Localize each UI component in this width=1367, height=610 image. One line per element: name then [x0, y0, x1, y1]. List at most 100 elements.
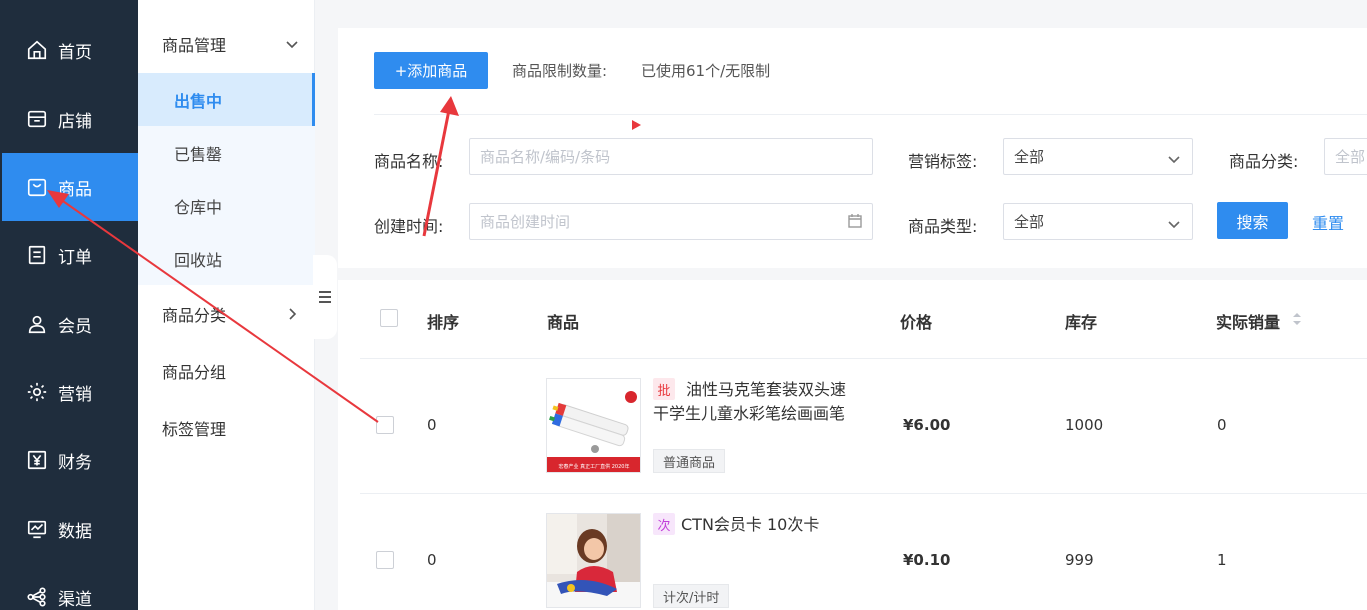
- product-type-select[interactable]: 全部: [1003, 203, 1193, 240]
- home-icon: [24, 37, 50, 63]
- product-thumbnail[interactable]: [546, 513, 641, 608]
- child-drawing-image: [547, 514, 640, 607]
- nav-item-label: 商品: [58, 179, 92, 200]
- thumbnail-caption: 宏春产业 真正工厂直供 2020年: [559, 463, 630, 470]
- product-name-line[interactable]: 油性马克笔套装双头速: [686, 377, 846, 402]
- bag-icon: [24, 174, 50, 200]
- product-mark-badge: 批: [653, 378, 675, 400]
- subnav-item-label: 仓库中: [174, 197, 223, 217]
- row-divider: [360, 493, 1367, 494]
- share-icon: [24, 584, 50, 610]
- row-sort-value: 0: [427, 551, 437, 569]
- subnav-item-grouping[interactable]: 商品分组: [138, 346, 315, 396]
- product-name-label: 商品名称:: [374, 152, 444, 171]
- chevron-down-icon: [1168, 151, 1180, 164]
- column-header-stock: 库存: [1065, 313, 1098, 332]
- calendar-icon: [847, 213, 863, 229]
- product-limit-value: 已使用61个/无限制: [641, 62, 771, 80]
- row-stock: 1000: [1065, 416, 1104, 434]
- nav-item-label: 渠道: [58, 589, 92, 610]
- divider: [374, 114, 1367, 115]
- subnav-item-on-sale[interactable]: 出售中: [138, 73, 315, 126]
- product-type-label: 商品类型:: [908, 217, 978, 236]
- nav-item-store[interactable]: 店铺: [2, 85, 138, 153]
- sidebar-collapse-toggle[interactable]: [313, 255, 337, 339]
- menu-collapse-icon: [319, 291, 331, 303]
- nav-item-label: 营销: [58, 384, 92, 405]
- sort-icon[interactable]: [1292, 312, 1302, 326]
- chevron-right-icon: [285, 306, 299, 320]
- user-icon: [24, 311, 50, 337]
- nav-item-label: 订单: [58, 247, 92, 268]
- nav-item-label: 数据: [58, 521, 92, 542]
- row-price: ¥6.00: [903, 416, 951, 434]
- row-checkbox[interactable]: [376, 551, 394, 569]
- store-icon: [24, 106, 50, 132]
- marketing-tag-select[interactable]: 全部: [1003, 138, 1193, 175]
- row-stock: 999: [1065, 551, 1094, 569]
- nav-item-channels[interactable]: 渠道: [2, 563, 138, 610]
- product-mark-badge: 次: [653, 513, 675, 535]
- created-time-label: 创建时间:: [374, 217, 444, 236]
- filter-card: +添加商品 商品限制数量: 已使用61个/无限制 商品名称: 营销标签: 全部 …: [338, 28, 1367, 268]
- add-product-button[interactable]: +添加商品: [374, 52, 488, 89]
- created-time-picker[interactable]: [469, 203, 873, 240]
- nav-item-orders[interactable]: 订单: [2, 221, 138, 289]
- header-divider: [360, 358, 1367, 359]
- order-icon: [24, 242, 50, 268]
- reset-link[interactable]: 重置: [1312, 210, 1344, 234]
- product-type-badge: 普通商品: [653, 449, 726, 473]
- row-checkbox[interactable]: [376, 416, 394, 434]
- nav-item-label: 首页: [58, 42, 92, 63]
- nav-item-finance[interactable]: 财务: [2, 426, 138, 494]
- category-label: 商品分类:: [1229, 152, 1299, 171]
- subnav-group-label: 商品管理: [162, 36, 227, 55]
- main-sidebar: 首页 店铺 商品 订单 会员 营销 财务 数据 渠道: [0, 0, 138, 610]
- product-name-line[interactable]: CTN会员卡 10次卡: [681, 512, 819, 537]
- yen-icon: [24, 447, 50, 473]
- subnav-item-tags[interactable]: 标签管理: [138, 403, 315, 453]
- goods-subnav: 商品管理 出售中 已售罄 仓库中 回收站 商品分类 商品分组 标签管理: [138, 0, 315, 610]
- category-value: 全部: [1335, 148, 1366, 166]
- nav-item-members[interactable]: 会员: [2, 290, 138, 358]
- created-time-input[interactable]: [469, 203, 873, 240]
- chevron-down-icon: [1168, 216, 1180, 229]
- subnav-group-label: 商品分组: [162, 363, 227, 382]
- product-thumbnail[interactable]: 宏春产业 真正工厂直供 2020年: [546, 378, 641, 473]
- product-type-badge: 计次/计时: [653, 584, 730, 608]
- nav-item-marketing[interactable]: 营销: [2, 358, 138, 426]
- subnav-item-sold-out[interactable]: 已售罄: [138, 126, 315, 179]
- column-header-price: 价格: [900, 313, 933, 332]
- subnav-item-label: 出售中: [174, 91, 223, 111]
- subnav-item-label: 回收站: [174, 250, 223, 270]
- subnav-item-warehouse[interactable]: 仓库中: [138, 179, 315, 232]
- row-sales: 1: [1217, 551, 1227, 569]
- subnav-group-category[interactable]: 商品分类: [138, 289, 315, 339]
- marketing-tag-value: 全部: [1014, 148, 1045, 166]
- subnav-item-recycle-bin[interactable]: 回收站: [138, 232, 315, 285]
- category-select[interactable]: 全部: [1324, 138, 1367, 175]
- nav-item-home[interactable]: 首页: [2, 16, 138, 84]
- select-all-checkbox[interactable]: [380, 309, 398, 327]
- subnav-group-label: 标签管理: [162, 420, 227, 439]
- chart-icon: [24, 516, 50, 542]
- row-sales: 0: [1217, 416, 1227, 434]
- product-table: 排序 商品 价格 库存 实际销量 0 宏春产业 真正工厂直供 2020年 批 油…: [338, 280, 1367, 610]
- product-name-input[interactable]: [469, 138, 873, 175]
- subnav-group-goods-management[interactable]: 商品管理: [138, 19, 315, 69]
- search-button[interactable]: 搜索: [1217, 202, 1288, 239]
- gear-icon: [24, 379, 50, 405]
- column-header-product: 商品: [547, 313, 580, 332]
- nav-item-label: 会员: [58, 316, 92, 337]
- marker-set-image: 宏春产业 真正工厂直供 2020年: [547, 379, 640, 472]
- nav-item-goods[interactable]: 商品: [2, 153, 138, 221]
- column-header-sort: 排序: [427, 313, 460, 332]
- product-name-line[interactable]: 干学生儿童水彩笔绘画画笔: [653, 401, 845, 426]
- nav-item-data[interactable]: 数据: [2, 495, 138, 563]
- marketing-tag-label: 营销标签:: [908, 152, 978, 171]
- row-sort-value: 0: [427, 416, 437, 434]
- nav-item-label: 店铺: [58, 111, 92, 132]
- column-header-sales[interactable]: 实际销量: [1216, 309, 1280, 333]
- subnav-item-label: 已售罄: [174, 144, 223, 164]
- subnav-group-label: 商品分类: [162, 306, 227, 325]
